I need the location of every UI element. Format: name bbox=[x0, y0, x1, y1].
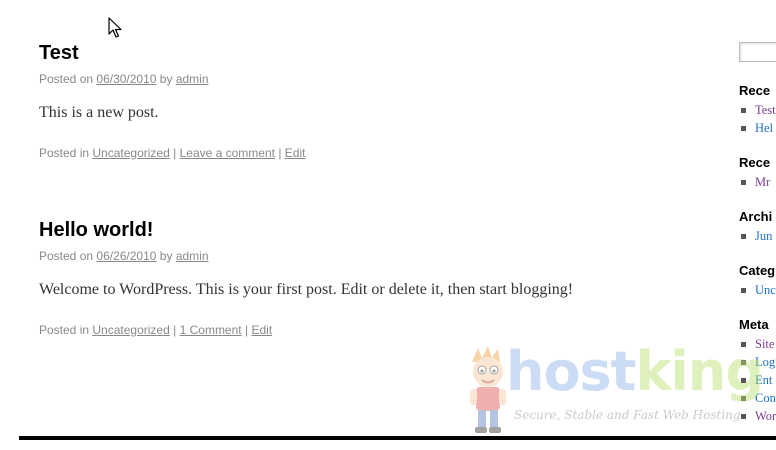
posted-on-label: Posted on bbox=[39, 72, 94, 86]
watermark-logo: hostking Secure, Stable and Fast Web Hos… bbox=[462, 342, 776, 438]
list-item[interactable]: Hel bbox=[739, 119, 776, 137]
bullet-icon bbox=[741, 126, 746, 131]
list-item[interactable]: Mr bbox=[739, 173, 776, 191]
posted-on-label: Posted on bbox=[39, 249, 94, 263]
posted-in-label: Posted in bbox=[39, 323, 90, 337]
author-link[interactable]: admin bbox=[176, 72, 209, 86]
separator: | bbox=[244, 323, 249, 337]
posted-in-label: Posted in bbox=[39, 146, 90, 160]
post: Test Posted on 06/30/2010 by admin This … bbox=[39, 41, 679, 161]
widget-recent-posts: Rece Test Hel bbox=[739, 83, 776, 137]
post-meta: Posted on 06/26/2010 by admin bbox=[39, 248, 679, 264]
widget-title: Archi bbox=[739, 209, 773, 224]
post-content: Welcome to WordPress. This is your first… bbox=[39, 281, 574, 298]
post-footer: Posted in Uncategorized | Leave a commen… bbox=[39, 145, 679, 161]
archive-link[interactable]: Jun bbox=[755, 229, 772, 243]
post-footer: Posted in Uncategorized | 1 Comment | Ed… bbox=[39, 322, 679, 338]
watermark-brand: hostking bbox=[506, 340, 764, 403]
comments-link[interactable]: Leave a comment bbox=[180, 146, 275, 160]
widget-archives: Archi Jun bbox=[739, 209, 776, 245]
edit-link[interactable]: Edit bbox=[285, 146, 306, 160]
category-link[interactable]: Uncategorized bbox=[92, 146, 169, 160]
widget-title: Rece bbox=[739, 83, 771, 98]
post-content: This is a new post. bbox=[39, 104, 159, 121]
by-label: by bbox=[159, 72, 173, 86]
comments-link[interactable]: 1 Comment bbox=[180, 323, 242, 337]
category-link[interactable]: Uncategorized bbox=[92, 323, 169, 337]
widget-recent-comments: Rece Mr bbox=[739, 155, 776, 191]
post-date-link[interactable]: 06/26/2010 bbox=[96, 249, 156, 263]
widget-title: Categ bbox=[739, 263, 776, 278]
post-meta: Posted on 06/30/2010 by admin bbox=[39, 71, 679, 87]
search-input[interactable] bbox=[739, 42, 776, 62]
watermark-tagline: Secure, Stable and Fast Web Hosting bbox=[514, 408, 741, 422]
list-item[interactable]: Unc bbox=[739, 281, 776, 299]
separator: | bbox=[173, 323, 177, 337]
edit-link[interactable]: Edit bbox=[251, 323, 272, 337]
post-date-link[interactable]: 06/30/2010 bbox=[96, 72, 156, 86]
post-title-link[interactable]: Hello world! bbox=[39, 219, 153, 241]
list-item[interactable]: Test bbox=[739, 101, 776, 119]
post-title-link[interactable]: Test bbox=[39, 42, 79, 64]
category-link[interactable]: Unc bbox=[755, 283, 776, 297]
bullet-icon bbox=[741, 180, 746, 185]
recent-comment-link[interactable]: Mr bbox=[755, 175, 770, 189]
widget-title: Meta bbox=[739, 317, 769, 332]
post: Hello world! Posted on 06/26/2010 by adm… bbox=[39, 218, 679, 338]
separator: | bbox=[278, 146, 282, 160]
separator: | bbox=[173, 146, 177, 160]
recent-post-link[interactable]: Hel bbox=[755, 121, 773, 135]
bullet-icon bbox=[741, 108, 746, 113]
bullet-icon bbox=[741, 234, 746, 239]
author-link[interactable]: admin bbox=[176, 249, 209, 263]
widget-title: Rece bbox=[739, 155, 771, 170]
recent-post-link[interactable]: Test bbox=[755, 103, 776, 117]
widget-categories: Categ Unc bbox=[739, 263, 776, 299]
mouse-cursor-icon bbox=[108, 17, 122, 38]
list-item[interactable]: Jun bbox=[739, 227, 776, 245]
bullet-icon bbox=[741, 288, 746, 293]
by-label: by bbox=[159, 249, 173, 263]
footer-divider bbox=[19, 436, 776, 440]
